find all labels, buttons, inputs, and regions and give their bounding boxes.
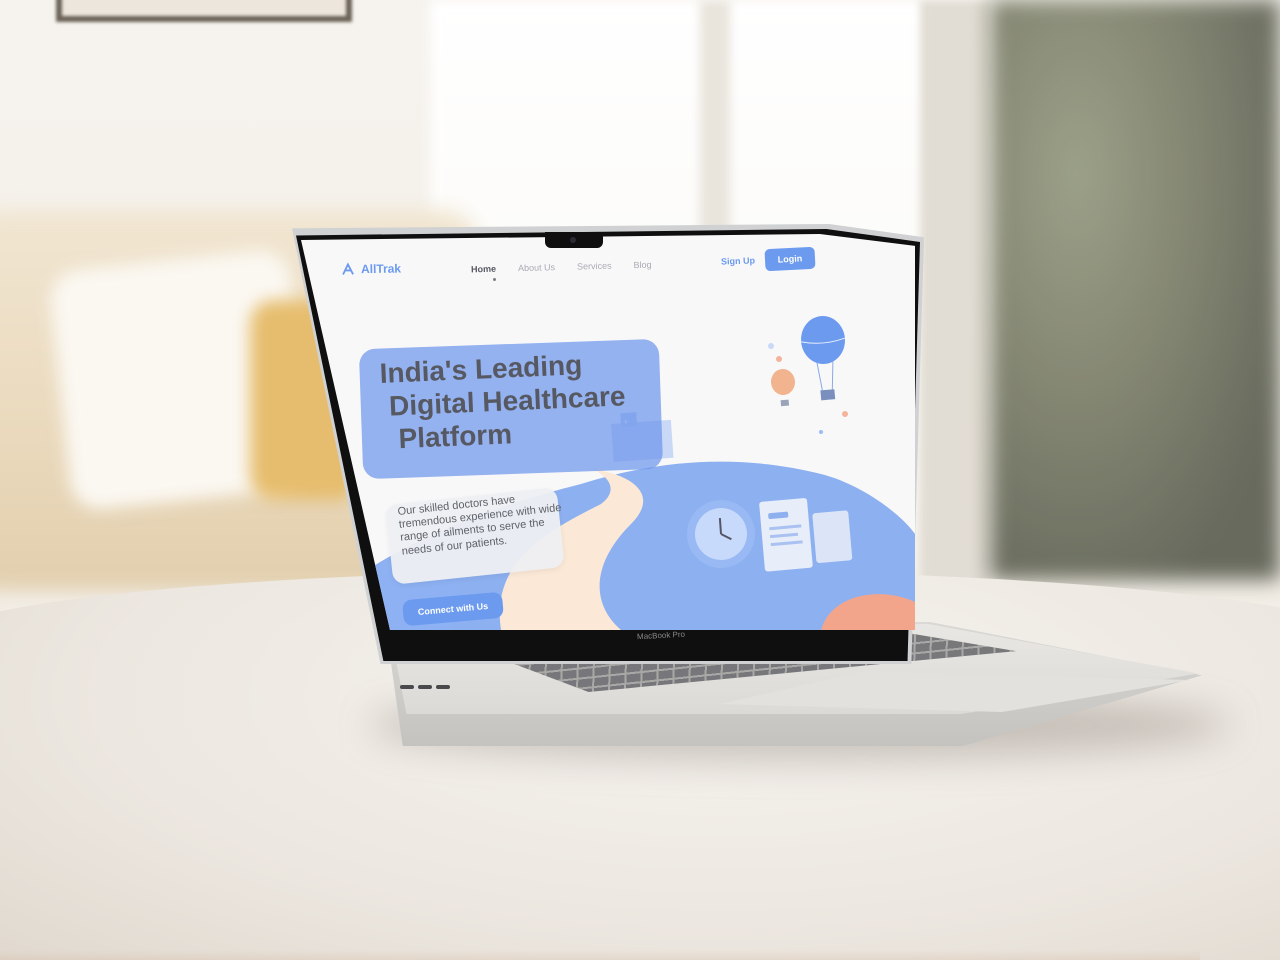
- balloon-icon: [800, 316, 846, 401]
- hero-title: India's Leading Digital Healthcare Platf…: [379, 345, 673, 456]
- login-button[interactable]: Login: [764, 246, 816, 272]
- ports: [400, 676, 460, 689]
- decor-dot: [768, 343, 774, 349]
- camera-icon: [570, 237, 576, 243]
- laptop-screen: + AllTrak: [301, 234, 915, 630]
- balloon-icon: [770, 369, 796, 407]
- window-frame: [920, 0, 990, 600]
- decor-dot: [842, 411, 848, 417]
- decor-dot: [819, 430, 823, 434]
- logo[interactable]: AllTrak: [341, 261, 401, 276]
- table-edge: [0, 950, 1200, 960]
- logo-icon: [342, 262, 354, 275]
- picture-frame: [56, 0, 352, 22]
- active-indicator: [493, 278, 496, 281]
- plants: [990, 0, 1280, 580]
- nav-about-us[interactable]: About Us: [518, 262, 555, 273]
- sign-up-link[interactable]: Sign Up: [721, 255, 755, 266]
- nav-services[interactable]: Services: [577, 261, 612, 272]
- decor-dot: [776, 356, 782, 362]
- nav-blog[interactable]: Blog: [633, 260, 651, 270]
- nav-home[interactable]: Home: [471, 264, 496, 275]
- website: + AllTrak: [301, 234, 915, 630]
- logo-text: AllTrak: [360, 261, 402, 277]
